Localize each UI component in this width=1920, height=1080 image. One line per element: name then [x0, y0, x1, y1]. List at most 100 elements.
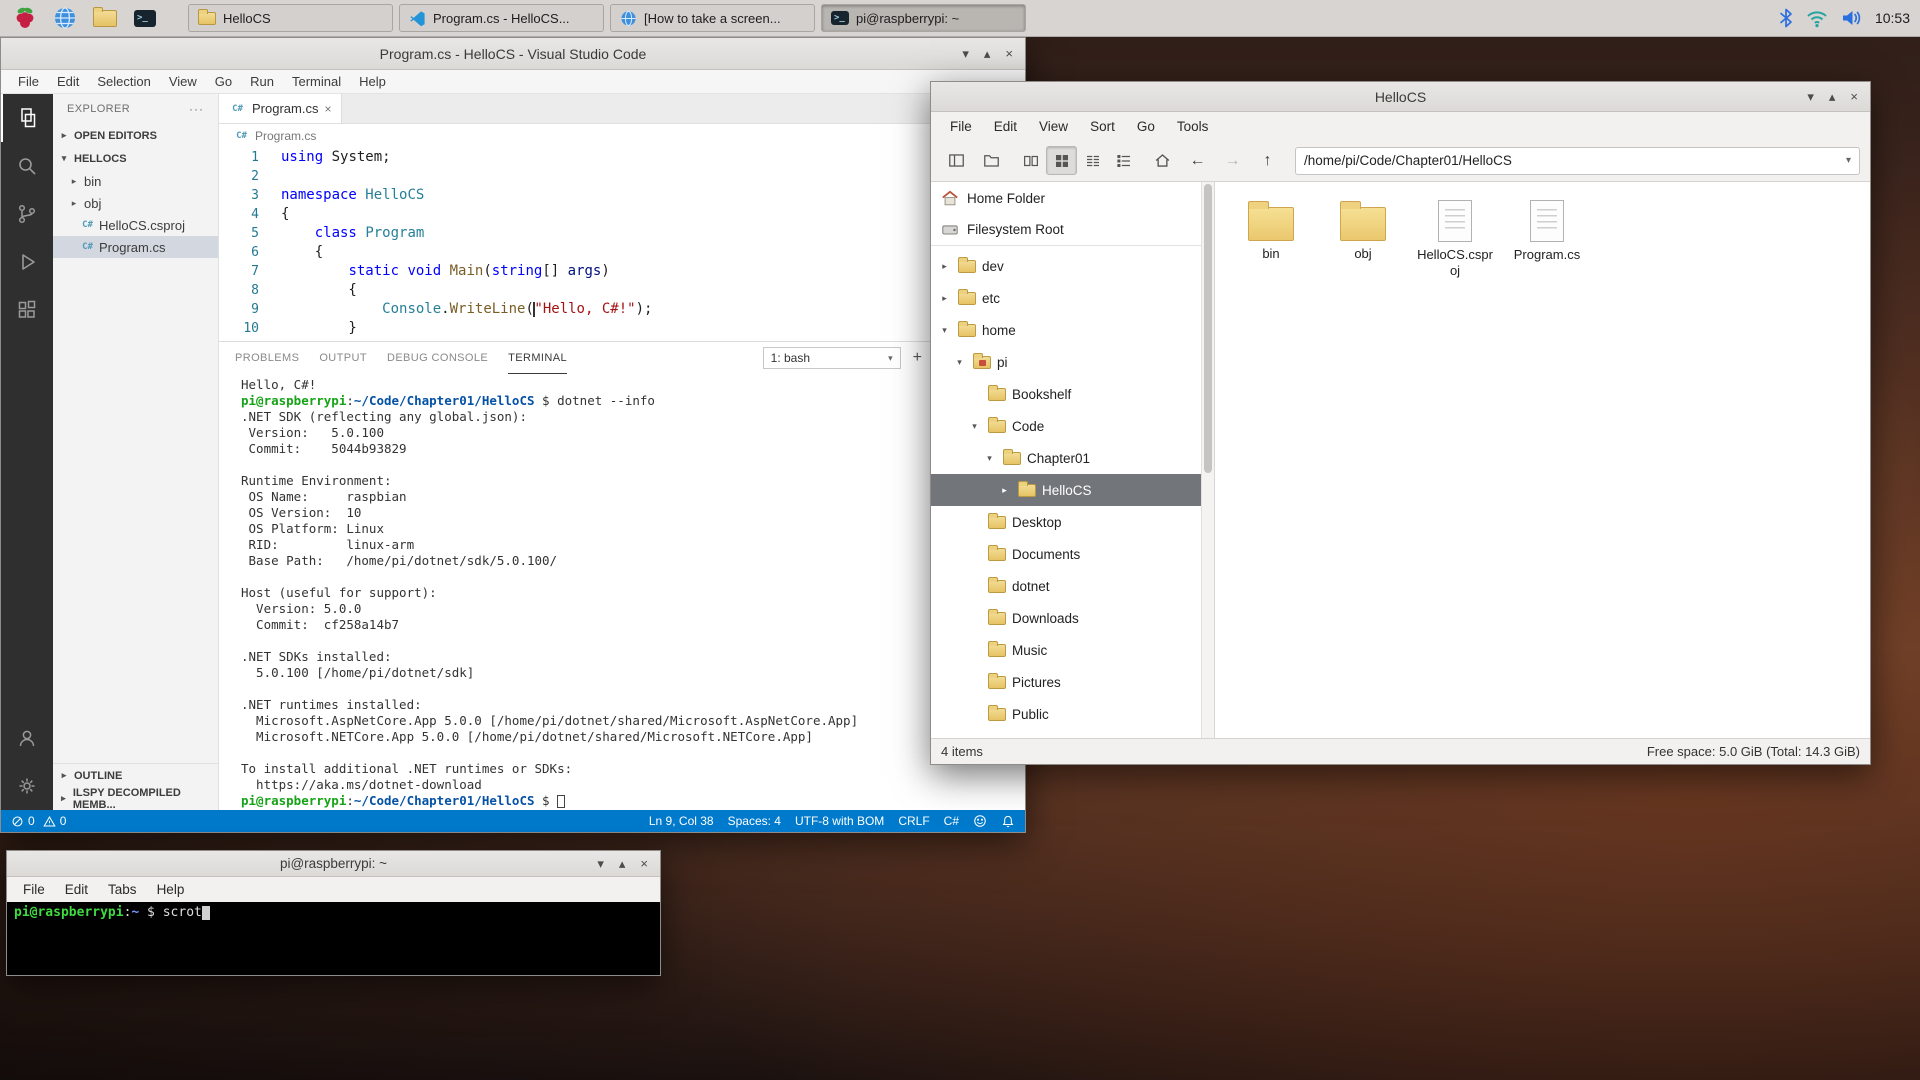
terminal-shell-select[interactable]: 1: bash ▾: [763, 347, 901, 369]
expander-icon[interactable]: ▸: [997, 485, 1012, 496]
vscode-terminal-output[interactable]: Hello, C#!pi@raspberrypi:~/Code/Chapter0…: [219, 374, 1025, 810]
code-line-3[interactable]: 3namespace HelloCS: [219, 186, 1025, 205]
menu-help[interactable]: Help: [149, 882, 193, 897]
menu-run[interactable]: Run: [241, 74, 283, 89]
taskbar-window-browser[interactable]: [How to take a screen...: [610, 4, 815, 32]
menu-sort[interactable]: Sort: [1081, 119, 1124, 134]
panel-tab-terminal[interactable]: TERMINAL: [508, 342, 567, 374]
encoding[interactable]: UTF-8 with BOM: [795, 814, 884, 828]
code-line-2[interactable]: 2: [219, 167, 1025, 186]
expander-icon[interactable]: ▾: [967, 421, 982, 432]
shade-window-button[interactable]: ▾: [1807, 90, 1814, 103]
expander-icon[interactable]: ▸: [937, 293, 952, 304]
expander-icon[interactable]: ▾: [937, 325, 952, 336]
clock[interactable]: 10:53: [1875, 10, 1910, 26]
menu-edit[interactable]: Edit: [57, 882, 96, 897]
taskbar-window-terminal[interactable]: pi@raspberrypi: ~: [821, 4, 1026, 32]
more-actions-icon[interactable]: ···: [189, 102, 204, 116]
panel-tab-problems[interactable]: PROBLEMS: [235, 342, 299, 374]
fm-titlebar[interactable]: HelloCS ▾ ▴ ×: [931, 82, 1870, 112]
menu-file[interactable]: File: [9, 74, 48, 89]
web-browser-launcher[interactable]: [50, 3, 80, 33]
place-home-folder[interactable]: Home Folder: [931, 182, 1214, 214]
fm-tree-item-pi[interactable]: ▾pi: [931, 346, 1214, 378]
icon-view-button[interactable]: [1046, 146, 1077, 175]
menu-help[interactable]: Help: [350, 74, 395, 89]
outline-section[interactable]: ▸ OUTLINE: [53, 764, 218, 787]
fm-tree-item-documents[interactable]: Documents: [931, 538, 1214, 570]
path-input[interactable]: [1304, 153, 1840, 168]
menu-terminal[interactable]: Terminal: [283, 74, 350, 89]
detailed-list-view-button[interactable]: [1108, 146, 1139, 175]
file-item-obj[interactable]: obj: [1317, 194, 1409, 280]
code-line-5[interactable]: 5 class Program: [219, 224, 1025, 243]
run-debug-icon[interactable]: [1, 238, 53, 286]
scrollbar-thumb[interactable]: [1204, 184, 1212, 473]
account-icon[interactable]: [1, 714, 53, 762]
fm-tree-item-hellocs[interactable]: ▸HelloCS: [931, 474, 1214, 506]
notifications-bell-icon[interactable]: [1001, 814, 1015, 828]
feedback-smiley-icon[interactable]: [973, 814, 987, 828]
panel-tab-output[interactable]: OUTPUT: [319, 342, 367, 374]
dual-pane-view-button[interactable]: [1015, 146, 1046, 175]
menu-selection[interactable]: Selection: [88, 74, 159, 89]
file-manager-launcher[interactable]: [90, 3, 120, 33]
settings-gear-icon[interactable]: [1, 762, 53, 810]
expander-icon[interactable]: ▾: [952, 357, 967, 368]
explorer-icon[interactable]: [1, 94, 53, 142]
breadcrumb-item[interactable]: Program.cs: [255, 129, 316, 143]
expander-icon[interactable]: ▸: [937, 261, 952, 272]
tree-item-program-cs[interactable]: Program.cs: [53, 236, 218, 258]
bluetooth-icon[interactable]: [1779, 8, 1793, 28]
menu-view[interactable]: View: [160, 74, 206, 89]
file-item-hellocs-csproj[interactable]: HelloCS.csproj: [1409, 194, 1501, 280]
menu-go[interactable]: Go: [206, 74, 241, 89]
wifi-icon[interactable]: [1805, 8, 1829, 28]
expander-icon[interactable]: ▾: [982, 453, 997, 464]
taskbar-window-filemanager[interactable]: HelloCS: [188, 4, 393, 32]
indentation[interactable]: Spaces: 4: [728, 814, 781, 828]
fm-tree-item-dev[interactable]: ▸dev: [931, 250, 1214, 282]
tree-item-bin[interactable]: ▸ bin: [53, 170, 218, 192]
close-window-button[interactable]: ×: [1005, 47, 1013, 60]
panel-tab-debug-console[interactable]: DEBUG CONSOLE: [387, 342, 488, 374]
fm-tree-item-chapter01[interactable]: ▾Chapter01: [931, 442, 1214, 474]
fm-tree-item-code[interactable]: ▾Code: [931, 410, 1214, 442]
fm-tree-item-downloads[interactable]: Downloads: [931, 602, 1214, 634]
applications-menu-button[interactable]: [10, 3, 40, 33]
taskbar-window-vscode[interactable]: Program.cs - HelloCS...: [399, 4, 604, 32]
maximize-window-button[interactable]: ▴: [619, 857, 626, 870]
code-line-9[interactable]: 9 Console.WriteLine("Hello, C#!");: [219, 300, 1025, 319]
shade-window-button[interactable]: ▾: [962, 47, 969, 60]
close-window-button[interactable]: ×: [640, 857, 648, 870]
fm-tree-item-home[interactable]: ▾home: [931, 314, 1214, 346]
language-mode[interactable]: C#: [944, 814, 959, 828]
fm-tree-item-dotnet[interactable]: dotnet: [931, 570, 1214, 602]
lxterminal-titlebar[interactable]: pi@raspberrypi: ~ ▾ ▴ ×: [7, 851, 660, 877]
ilspy-section[interactable]: ▸ ILSPY DECOMPILED MEMB...: [53, 787, 218, 810]
code-line-7[interactable]: 7 static void Main(string[] args): [219, 262, 1025, 281]
path-dropdown-icon[interactable]: ▾: [1846, 155, 1851, 166]
menu-tools[interactable]: Tools: [1168, 119, 1218, 134]
fm-tree-item-public[interactable]: Public: [931, 698, 1214, 730]
code-line-8[interactable]: 8 {: [219, 281, 1025, 300]
search-icon[interactable]: [1, 142, 53, 190]
maximize-window-button[interactable]: ▴: [984, 47, 991, 60]
tree-item-hellocs-csproj[interactable]: HelloCS.csproj: [53, 214, 218, 236]
volume-icon[interactable]: [1841, 8, 1863, 28]
menu-edit[interactable]: Edit: [48, 74, 88, 89]
menu-edit[interactable]: Edit: [985, 119, 1026, 134]
eol-sequence[interactable]: CRLF: [898, 814, 929, 828]
fm-tree-item-bookshelf[interactable]: Bookshelf: [931, 378, 1214, 410]
terminal-launcher[interactable]: [130, 3, 160, 33]
menu-tabs[interactable]: Tabs: [100, 882, 145, 897]
menu-view[interactable]: View: [1030, 119, 1077, 134]
fm-tree-item-music[interactable]: Music: [931, 634, 1214, 666]
code-line-4[interactable]: 4{: [219, 205, 1025, 224]
place-filesystem-root[interactable]: Filesystem Root: [931, 214, 1214, 246]
side-pane-button[interactable]: [941, 146, 972, 175]
up-button[interactable]: ↑: [1252, 146, 1283, 175]
code-line-10[interactable]: 10 }: [219, 319, 1025, 338]
menu-file[interactable]: File: [15, 882, 53, 897]
open-editors-section[interactable]: ▸ OPEN EDITORS: [53, 124, 218, 147]
